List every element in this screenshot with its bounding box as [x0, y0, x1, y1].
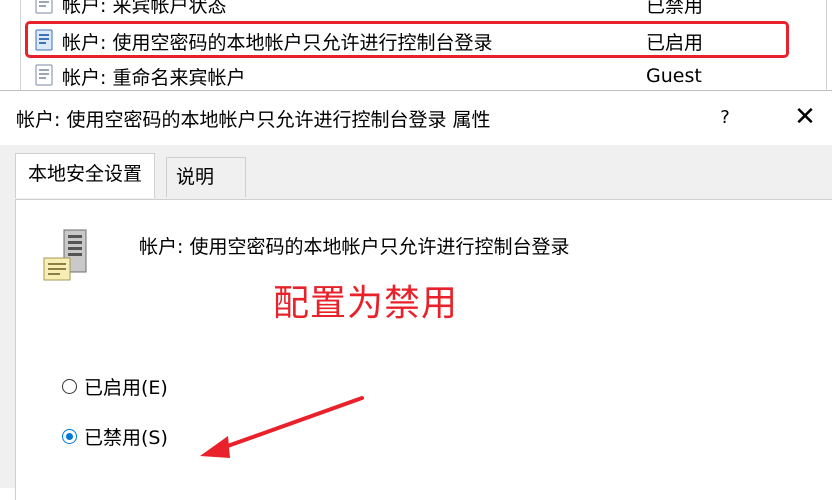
list-divider	[20, 0, 21, 90]
policy-icon	[35, 64, 53, 86]
enabled-radio-label: 已启用(E)	[84, 377, 168, 399]
tab-bar: 本地安全设置 说明	[0, 145, 832, 201]
list-divider	[826, 0, 827, 90]
disabled-radio-option[interactable]: 已禁用(S)	[62, 423, 168, 450]
dialog-title: 帐户: 使用空密码的本地帐户只允许进行控制台登录 属性	[16, 109, 491, 131]
enabled-radio-option[interactable]: 已启用(E)	[62, 373, 168, 400]
policy-value: Guest	[646, 65, 702, 87]
policy-icon	[35, 0, 53, 14]
dialog-title-bar[interactable]: 帐户: 使用空密码的本地帐户只允许进行控制台登录 属性 ? ✕	[0, 91, 832, 145]
row-highlight-box	[25, 21, 789, 58]
disabled-radio-label: 已禁用(S)	[84, 427, 168, 449]
policy-row-rename-guest-account[interactable]: 帐户: 重命名来宾帐户 Guest	[34, 61, 814, 91]
policy-name: 帐户: 重命名来宾帐户	[62, 66, 246, 89]
annotation-text: 配置为禁用	[273, 283, 459, 324]
policy-list: 帐户: 来宾帐户状态 已禁用 帐户: 使用空密码的本地帐户只允许进行控制台登录 …	[0, 0, 832, 90]
tab-panel: 帐户: 使用空密码的本地帐户只允许进行控制台登录 配置为禁用	[15, 199, 832, 500]
disabled-radio-button[interactable]	[62, 429, 77, 444]
policy-row-guest-account-status[interactable]: 帐户: 来宾帐户状态 已禁用	[34, 0, 814, 19]
tab-local-security-setting[interactable]: 本地安全设置	[15, 153, 156, 198]
tab-explain[interactable]: 说明	[166, 157, 246, 197]
close-button[interactable]: ✕	[786, 103, 824, 133]
policy-heading: 帐户: 使用空密码的本地帐户只允许进行控制台登录	[139, 236, 570, 258]
help-button[interactable]: ?	[706, 103, 744, 133]
properties-dialog: 帐户: 使用空密码的本地帐户只允许进行控制台登录 属性 ? ✕ 本地安全设置 说…	[0, 90, 832, 500]
policy-name: 帐户: 来宾帐户状态	[62, 0, 227, 17]
enabled-radio-button[interactable]	[62, 379, 77, 394]
server-icon	[43, 229, 87, 281]
policy-value: 已禁用	[646, 0, 704, 17]
